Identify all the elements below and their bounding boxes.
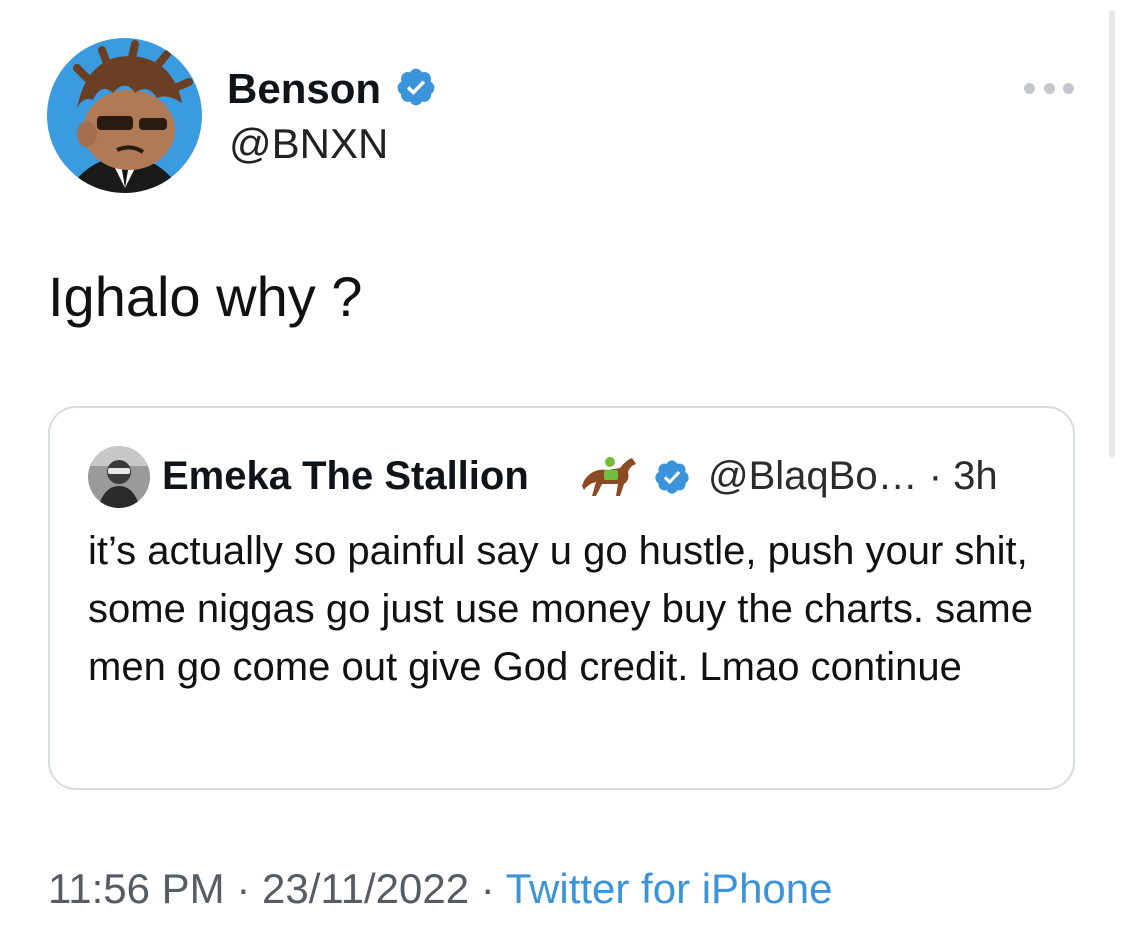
tweet-footer: 11:56 PM · 23/11/2022 · Twitter for iPho…	[48, 864, 833, 914]
tweet-date[interactable]: 23/11/2022	[262, 865, 469, 912]
quoted-author-avatar[interactable]	[88, 446, 150, 508]
footer-separator: ·	[480, 865, 495, 912]
author-handle[interactable]: @BNXN	[229, 120, 388, 168]
quoted-tweet-card[interactable]: Emeka The Stallion @BlaqBo… · 3h it’s ac…	[48, 406, 1075, 790]
horse-racing-emoji-icon	[582, 457, 636, 496]
quoted-meta: @BlaqBo… · 3h	[708, 452, 998, 500]
scrollbar[interactable]	[1109, 10, 1115, 458]
footer-separator: ·	[236, 865, 251, 912]
more-options-icon[interactable]	[1024, 80, 1074, 96]
tweet-source-link[interactable]: Twitter for iPhone	[506, 865, 833, 912]
quoted-tweet-text: it’s actually so painful say u go hustle…	[88, 529, 1033, 689]
quoted-handle[interactable]: @BlaqBo…	[708, 454, 918, 498]
tweet-text: Ighalo why ?	[48, 265, 363, 328]
quoted-separator: ·	[928, 454, 943, 498]
verified-badge-icon	[397, 68, 435, 106]
author-display-name[interactable]: Benson	[227, 65, 381, 113]
quoted-display-name[interactable]: Emeka The Stallion	[162, 452, 529, 500]
author-avatar[interactable]	[47, 38, 202, 193]
quoted-age[interactable]: 3h	[953, 454, 998, 498]
tweet-time[interactable]: 11:56 PM	[48, 865, 225, 912]
quoted-verified-badge-icon	[655, 460, 689, 494]
